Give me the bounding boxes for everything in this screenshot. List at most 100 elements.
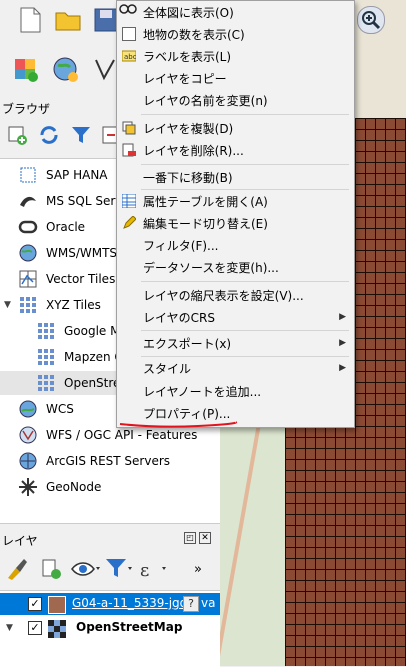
menu-item-rename-layer[interactable]: レイヤの名前を変更(n)	[117, 89, 354, 111]
tree-item-label: WFS / OGC API - Features	[46, 428, 198, 442]
tree-item-wms[interactable]: WMS/WMTS	[18, 241, 117, 265]
refresh-icon[interactable]	[38, 124, 60, 146]
menu-item-copy-layer[interactable]: レイヤをコピー	[117, 67, 354, 89]
layer-row-g04[interactable]: ✓ G04-a-11_5339-jgd ? va	[0, 593, 220, 615]
menu-item-move-to-bottom[interactable]: 一番下に移動(B)	[117, 166, 354, 188]
tree-item-mapzen[interactable]: Mapzen G	[36, 345, 124, 369]
tree-item-mssql[interactable]: MS SQL Serv	[18, 189, 122, 213]
eye-visibility-icon[interactable]	[70, 556, 100, 582]
menu-item-set-scale-visibility[interactable]: レイヤの縮尺表示を設定(V)...	[117, 284, 354, 306]
float-panel-icon[interactable]: ◰	[184, 532, 196, 544]
layer-row-openstreetmap[interactable]: ✓ OpenStreetMap	[0, 617, 220, 639]
filter-icon[interactable]	[70, 124, 92, 146]
close-panel-icon[interactable]: ✕	[199, 532, 211, 544]
menu-item-label: レイヤをコピー	[143, 71, 227, 86]
menu-item-toggle-editing[interactable]: 編集モード切り替え(E)	[117, 212, 354, 234]
layer-label: OpenStreetMap	[76, 620, 183, 634]
zoom-in-icon[interactable]	[357, 6, 385, 34]
wcs-icon	[19, 400, 37, 418]
menu-item-zoom-to-layer[interactable]: 全体図に表示(O)	[117, 1, 354, 23]
layer-label: G04-a-11_5339-jgd	[72, 596, 188, 610]
menu-item-label: レイヤを削除(R)...	[143, 143, 244, 158]
menu-item-export[interactable]: エクスポート(x) ▶	[117, 332, 354, 354]
filter-legend-icon[interactable]	[104, 556, 134, 582]
menu-item-show-feature-count[interactable]: 地物の数を表示(C)	[117, 23, 354, 45]
wfs-icon	[19, 426, 37, 444]
xyz-grid-icon	[38, 375, 54, 391]
menu-item-label: 編集モード切り替え(E)	[143, 216, 268, 231]
oracle-icon	[18, 220, 38, 234]
menu-item-filter[interactable]: フィルタ(F)...	[117, 234, 354, 256]
label-icon: abc	[122, 50, 136, 62]
tree-item-wcs[interactable]: WCS	[18, 397, 74, 421]
menu-item-label: フィルタ(F)...	[143, 238, 219, 253]
tree-item-sap-hana[interactable]: SAP HANA	[18, 163, 108, 187]
menu-item-label: レイヤの名前を変更(n)	[143, 93, 268, 108]
menu-item-remove-layer[interactable]: レイヤを削除(R)...	[117, 139, 354, 161]
tree-item-vector-tiles[interactable]: Vector Tiles	[18, 267, 115, 291]
layer-visibility-checkbox[interactable]: ✓	[28, 597, 42, 611]
sap-hana-icon	[20, 167, 36, 183]
menu-item-layer-crs[interactable]: レイヤのCRS ▶	[117, 306, 354, 328]
layers-panel-title: レイヤ ◰ ✕	[0, 528, 220, 550]
menu-item-label: レイヤノートを追加...	[143, 384, 262, 399]
geonode-icon	[19, 478, 37, 496]
tree-item-label: Vector Tiles	[46, 272, 116, 286]
submenu-arrow-icon: ▶	[339, 312, 346, 322]
menu-item-label: 地物の数を表示(C)	[143, 27, 245, 42]
tree-item-geonode[interactable]: GeoNode	[18, 475, 101, 499]
menu-item-label: ラベルを表示(L)	[143, 49, 232, 64]
menu-item-open-attribute-table[interactable]: 属性テーブルを開く(A)	[117, 190, 354, 212]
xyz-grid-icon	[38, 323, 54, 339]
menu-item-change-data-source[interactable]: データソースを変更(h)...	[117, 256, 354, 278]
expression-filter-icon[interactable]: ε	[138, 556, 168, 582]
menu-item-duplicate-layer[interactable]: レイヤを複製(D)	[117, 117, 354, 139]
new-project-icon[interactable]	[16, 6, 44, 34]
add-group-icon[interactable]	[38, 556, 64, 582]
menu-item-label: エクスポート(x)	[143, 336, 232, 351]
menu-separator	[141, 164, 349, 165]
checkbox-icon	[122, 27, 136, 41]
arcgis-icon	[19, 452, 37, 470]
globe-plugin-icon[interactable]	[52, 56, 80, 84]
tree-item-arcgis-rest[interactable]: ArcGIS REST Servers	[18, 449, 170, 473]
menu-item-label: スタイル	[143, 361, 192, 376]
menu-separator	[141, 281, 349, 282]
chevron-down-icon[interactable]: ▼	[4, 300, 11, 310]
pencil-icon	[123, 216, 136, 229]
add-selected-layers-icon[interactable]	[6, 124, 28, 146]
wms-icon	[19, 244, 37, 262]
paint-brush-icon[interactable]	[4, 556, 30, 582]
tree-item-label: ArcGIS REST Servers	[46, 454, 171, 468]
menu-item-style[interactable]: スタイル ▶	[117, 357, 354, 379]
style-manager-icon[interactable]	[12, 56, 40, 84]
svg-text:abc: abc	[124, 53, 136, 61]
menu-item-add-layer-notes[interactable]: レイヤノートを追加...	[117, 380, 354, 402]
red-underline-annotation	[119, 421, 238, 428]
layers-title-label: レイヤ	[2, 534, 38, 548]
table-icon	[122, 194, 136, 208]
layer-visibility-checkbox[interactable]: ✓	[28, 621, 42, 635]
open-project-icon[interactable]	[54, 6, 82, 34]
xyz-layer-icon	[48, 620, 66, 638]
submenu-arrow-icon: ▶	[339, 363, 346, 373]
layers-list[interactable]: ✓ G04-a-11_5339-jgd ? va ▼ ✓ OpenStreetM…	[0, 590, 220, 667]
tree-item-label: Oracle	[46, 220, 86, 234]
tree-item-xyz-tiles[interactable]: XYZ Tiles	[18, 293, 101, 317]
more-tools-button[interactable]: »	[194, 562, 202, 577]
tree-item-oracle[interactable]: Oracle	[18, 215, 85, 239]
xyz-grid-icon	[38, 349, 54, 365]
menu-item-label: データソースを変更(h)...	[143, 260, 279, 275]
menu-item-label: 一番下に移動(B)	[143, 170, 233, 185]
zoom-to-layer-icon	[119, 4, 137, 14]
tree-item-label: MS SQL Serv	[46, 194, 123, 208]
tree-item-google-maps[interactable]: Google M	[36, 319, 120, 343]
browser-title-label: ブラウザ	[2, 102, 51, 116]
menu-item-show-labels[interactable]: abc ラベルを表示(L)	[117, 45, 354, 67]
menu-item-label: レイヤを複製(D)	[143, 121, 234, 136]
xyz-tiles-icon	[20, 297, 36, 313]
vector-tiles-icon	[19, 270, 37, 288]
remove-icon	[122, 143, 136, 157]
menu-item-label: 全体図に表示(O)	[143, 5, 234, 20]
tree-item-label: SAP HANA	[46, 168, 108, 182]
